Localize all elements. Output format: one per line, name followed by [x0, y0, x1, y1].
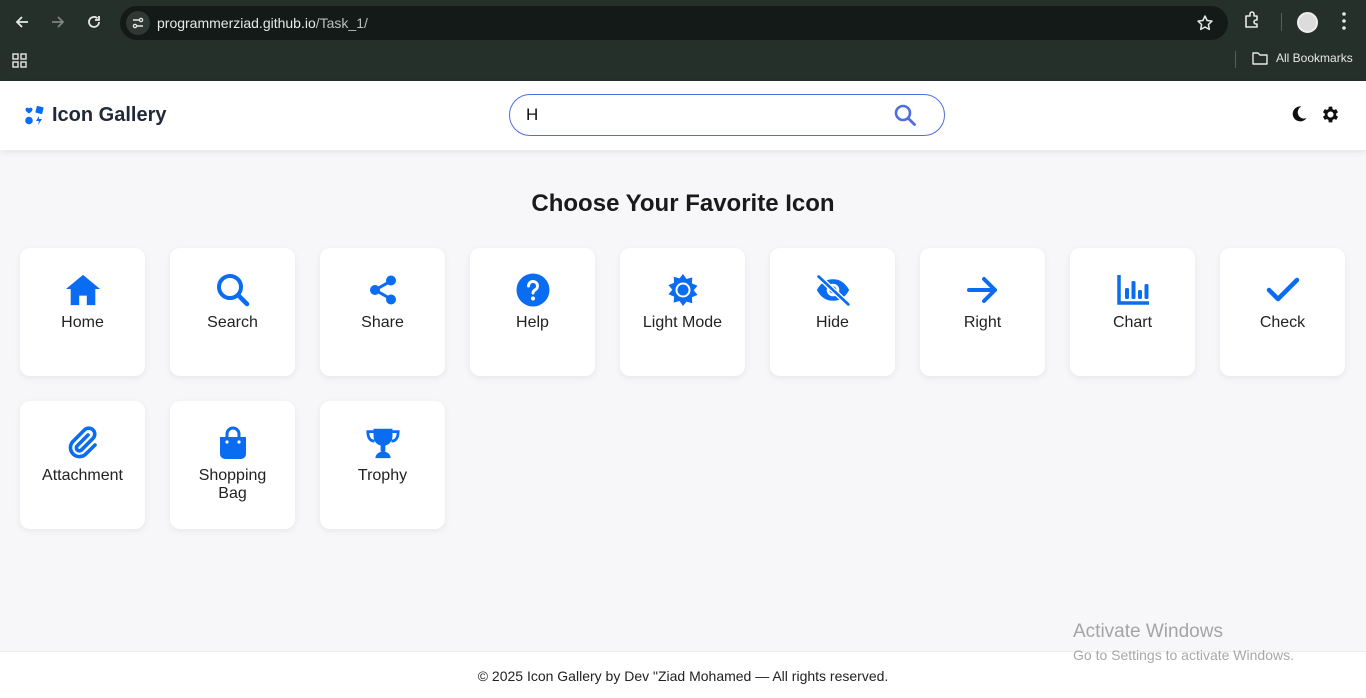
windows-activation-watermark: Activate Windows Go to Settings to activ…: [1073, 621, 1294, 663]
home-icon: [65, 272, 101, 308]
share-icon: [365, 272, 401, 308]
app-header: Icon Gallery: [0, 81, 1366, 150]
watermark-subtitle: Go to Settings to activate Windows.: [1073, 647, 1294, 663]
search-button[interactable]: [894, 104, 916, 131]
watermark-title: Activate Windows: [1073, 621, 1223, 642]
search-box[interactable]: [509, 94, 945, 136]
trophy-icon: [365, 425, 401, 461]
site-settings-icon[interactable]: [126, 11, 150, 35]
theme-toggle-button[interactable]: [1290, 105, 1308, 128]
chart-icon: [1115, 272, 1151, 308]
settings-button[interactable]: [1320, 104, 1341, 130]
arrow-right-icon: [965, 272, 1001, 308]
icon-card-label: Home: [61, 314, 104, 331]
icon-card-label: Hide: [816, 314, 849, 331]
url-text: programmerziad.github.io/Task_1/: [157, 15, 368, 31]
back-button[interactable]: [9, 9, 35, 35]
apps-grid-icon[interactable]: [12, 53, 27, 73]
footer-text: © 2025 Icon Gallery by Dev "Ziad Mohamed…: [477, 668, 889, 684]
icon-card-hide[interactable]: Hide: [770, 248, 895, 376]
icon-card-label: Attachment: [42, 467, 123, 484]
brand-name: Icon Gallery: [52, 104, 167, 126]
paperclip-icon: [65, 425, 101, 461]
page-title: Choose Your Favorite Icon: [531, 190, 835, 217]
folder-icon: [1252, 52, 1268, 65]
search-icon: [215, 272, 251, 308]
sun-icon: [665, 272, 701, 308]
arrow-left-icon: [15, 16, 28, 28]
icon-card-label: Trophy: [357, 467, 408, 484]
browser-menu-icon[interactable]: [1336, 10, 1352, 37]
toolbar-divider: [1281, 13, 1282, 31]
icon-card-label: Chart: [1112, 314, 1153, 331]
search-icon: [894, 104, 916, 126]
icon-card-label: Share: [361, 314, 404, 331]
icon-card-search[interactable]: Search: [170, 248, 295, 376]
icon-card-trophy[interactable]: Trophy: [320, 401, 445, 529]
bookmark-star-icon[interactable]: [1196, 14, 1214, 37]
icon-card-home[interactable]: Home: [20, 248, 145, 376]
arrow-right-icon: [52, 16, 65, 28]
bookmarks-divider: [1235, 51, 1236, 68]
profile-avatar[interactable]: [1297, 12, 1318, 33]
icon-card-right[interactable]: Right: [920, 248, 1045, 376]
shopping-bag-icon: [215, 425, 251, 461]
moon-icon: [1292, 106, 1307, 122]
icon-card-label: Search: [207, 314, 258, 331]
help-icon: [515, 272, 551, 308]
all-bookmarks-label: All Bookmarks: [1276, 51, 1353, 65]
brand[interactable]: Icon Gallery: [24, 104, 167, 127]
all-bookmarks-button[interactable]: All Bookmarks: [1252, 51, 1353, 65]
gear-icon: [1322, 106, 1339, 123]
icon-card-label: Shopping Bag: [198, 467, 267, 502]
icon-card-shopping-bag[interactable]: Shopping Bag: [170, 401, 295, 529]
address-bar[interactable]: programmerziad.github.io/Task_1/: [120, 6, 1228, 40]
reload-button[interactable]: [81, 9, 107, 35]
extensions-icon[interactable]: [1242, 10, 1262, 35]
icon-card-share[interactable]: Share: [320, 248, 445, 376]
search-input[interactable]: [526, 104, 866, 126]
icon-card-light-mode[interactable]: Light Mode: [620, 248, 745, 376]
icon-card-chart[interactable]: Chart: [1070, 248, 1195, 376]
icon-card-label: Check: [1259, 314, 1306, 331]
icon-card-check[interactable]: Check: [1220, 248, 1345, 376]
icon-card-attachment[interactable]: Attachment: [20, 401, 145, 529]
forward-button[interactable]: [45, 9, 71, 35]
icon-grid: Home Search Share Help Light Mode Hide R…: [20, 248, 1360, 529]
browser-chrome: programmerziad.github.io/Task_1/ All Boo…: [0, 0, 1366, 81]
icon-card-help[interactable]: Help: [470, 248, 595, 376]
icon-card-label: Light Mode: [642, 314, 723, 331]
icon-card-label: Right: [963, 314, 1002, 331]
eye-slash-icon: [815, 272, 851, 308]
icon-card-label: Help: [516, 314, 549, 331]
reload-icon: [88, 16, 100, 28]
icons-icon: [25, 105, 44, 125]
check-icon: [1265, 272, 1301, 308]
